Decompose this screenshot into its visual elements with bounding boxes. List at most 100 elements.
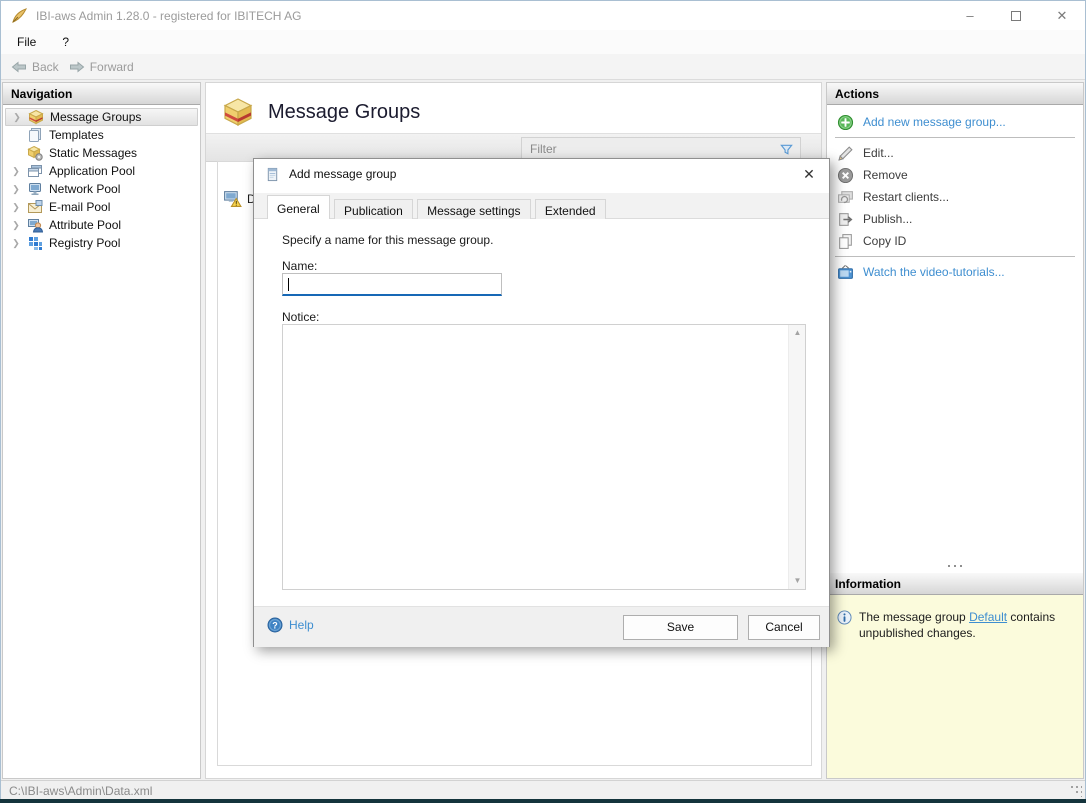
application-pool-icon — [27, 163, 43, 179]
title-bar: IBI-aws Admin 1.28.0 - registered for IB… — [1, 1, 1085, 30]
tree-item-attribute-pool[interactable]: ❯ Attribute Pool — [5, 216, 198, 234]
dialog-form-icon — [265, 167, 280, 182]
copy-icon — [837, 233, 854, 250]
network-pool-icon — [27, 181, 43, 197]
action-restart-clients[interactable]: Restart clients... — [827, 186, 1083, 208]
attribute-pool-icon — [27, 217, 43, 233]
right-sidebar: Actions Add new message group... Edit... — [826, 82, 1084, 779]
close-button[interactable]: ✕ — [1039, 1, 1085, 30]
back-button[interactable]: Back — [11, 59, 59, 75]
dialog-footer: ? Help Save Cancel — [254, 606, 829, 647]
text-caret — [288, 278, 289, 291]
information-header: Information — [827, 573, 1083, 595]
monitor-warning-icon — [223, 189, 242, 208]
restart-clients-icon — [837, 189, 854, 206]
templates-icon — [27, 127, 43, 143]
action-publish[interactable]: Publish... — [827, 208, 1083, 230]
menu-bar: File ? — [1, 30, 1085, 54]
app-window: { "window": { "title": "IBI-aws Admin 1.… — [0, 0, 1086, 803]
scroll-down-icon[interactable]: ▼ — [789, 573, 806, 589]
status-bar: C:\IBI-aws\Admin\Data.xml — [1, 780, 1085, 800]
tree-item-application-pool[interactable]: ❯ Application Pool — [5, 162, 198, 180]
scroll-up-icon[interactable]: ▲ — [789, 325, 806, 341]
expander-icon[interactable]: ❯ — [5, 166, 27, 177]
save-button[interactable]: Save — [623, 615, 738, 640]
remove-icon — [837, 167, 854, 184]
data-file-path: C:\IBI-aws\Admin\Data.xml — [1, 784, 152, 798]
svg-text:?: ? — [272, 620, 278, 630]
action-watch-video-tutorials[interactable]: Watch the video-tutorials... — [827, 261, 1083, 283]
dialog-instruction: Specify a name for this message group. — [282, 233, 493, 247]
add-icon — [837, 114, 854, 131]
navigation-panel: Navigation ❯ Message Groups Templates — [2, 82, 201, 779]
tab-extended[interactable]: Extended — [535, 199, 606, 221]
help-link[interactable]: ? Help — [267, 617, 314, 633]
email-pool-icon — [27, 199, 43, 215]
dialog-close-button[interactable]: ✕ — [789, 159, 829, 189]
maximize-button[interactable] — [993, 1, 1039, 30]
page-heading: Message Groups — [206, 83, 821, 128]
notice-field-wrap: ▲ ▼ — [282, 324, 806, 590]
action-remove[interactable]: Remove — [827, 164, 1083, 186]
default-group-link[interactable]: Default — [969, 610, 1007, 624]
forward-arrow-icon — [69, 59, 85, 75]
app-quill-icon — [10, 7, 28, 25]
resize-grip-icon[interactable] — [1070, 785, 1082, 797]
tab-general[interactable]: General — [267, 195, 330, 219]
info-icon — [837, 610, 852, 625]
message-groups-large-icon — [220, 96, 256, 128]
panel-splitter-grip[interactable] — [827, 563, 1083, 569]
separator — [835, 256, 1075, 257]
filter-input[interactable] — [522, 142, 779, 156]
maximize-icon — [1011, 11, 1021, 21]
dialog-title-bar: Add message group — [254, 159, 829, 189]
tree-item-network-pool[interactable]: ❯ Network Pool — [5, 180, 198, 198]
menu-help[interactable]: ? — [52, 31, 79, 53]
dialog-tabstrip: General Publication Message settings Ext… — [254, 193, 829, 219]
information-message: The message group Default contains unpub… — [859, 609, 1065, 778]
message-groups-icon — [28, 109, 44, 125]
pencil-icon — [837, 145, 854, 162]
nav-toolbar: Back Forward — [1, 54, 1085, 80]
name-field[interactable] — [282, 273, 502, 296]
menu-file[interactable]: File — [7, 31, 46, 53]
information-body: The message group Default contains unpub… — [827, 595, 1083, 778]
action-edit[interactable]: Edit... — [827, 142, 1083, 164]
separator — [835, 137, 1075, 138]
tree-item-static-messages[interactable]: Static Messages — [5, 144, 198, 162]
expander-icon[interactable]: ❯ — [5, 184, 27, 195]
list-item[interactable]: D — [223, 189, 256, 208]
actions-list: Add new message group... Edit... Remove — [827, 105, 1083, 283]
back-arrow-icon — [11, 59, 27, 75]
add-message-group-dialog: Add message group ✕ General Publication … — [253, 158, 830, 647]
tab-message-settings[interactable]: Message settings — [417, 199, 530, 221]
notice-field[interactable] — [283, 325, 788, 589]
navigation-header: Navigation — [3, 83, 200, 105]
publish-icon — [837, 211, 854, 228]
tab-publication[interactable]: Publication — [334, 199, 413, 221]
action-copy-id[interactable]: Copy ID — [827, 230, 1083, 252]
tree-item-registry-pool[interactable]: ❯ Registry Pool — [5, 234, 198, 252]
tv-icon — [837, 264, 854, 281]
expander-icon[interactable]: ❯ — [5, 238, 27, 249]
notice-scrollbar[interactable]: ▲ ▼ — [788, 325, 805, 589]
tree-item-message-groups[interactable]: ❯ Message Groups — [5, 108, 198, 126]
action-add-new-message-group[interactable]: Add new message group... — [827, 111, 1083, 133]
minimize-button[interactable]: – — [947, 1, 993, 30]
name-label: Name: — [282, 259, 317, 273]
expander-icon[interactable]: ❯ — [5, 202, 27, 213]
forward-button[interactable]: Forward — [69, 59, 134, 75]
cancel-button[interactable]: Cancel — [748, 615, 820, 640]
tree-item-templates[interactable]: Templates — [5, 126, 198, 144]
expander-icon[interactable]: ❯ — [6, 112, 28, 123]
tree-item-email-pool[interactable]: ❯ E-mail Pool — [5, 198, 198, 216]
filter-funnel-icon[interactable] — [779, 142, 794, 157]
expander-icon[interactable]: ❯ — [5, 220, 27, 231]
notice-label: Notice: — [282, 310, 319, 324]
navigation-tree: ❯ Message Groups Templates — [3, 105, 200, 252]
window-title: IBI-aws Admin 1.28.0 - registered for IB… — [36, 9, 301, 23]
window-bottom-edge — [0, 799, 1086, 803]
static-messages-icon — [27, 145, 43, 161]
help-icon: ? — [267, 617, 283, 633]
page-title: Message Groups — [268, 101, 420, 124]
